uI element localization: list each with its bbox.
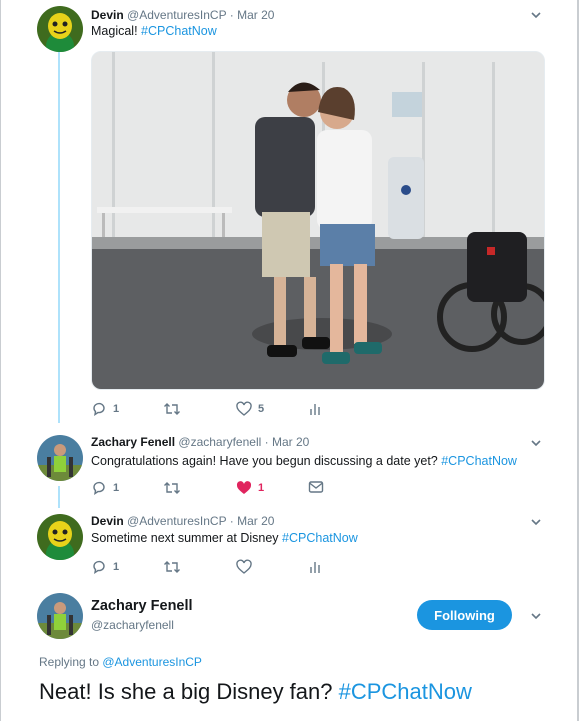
analytics-icon <box>310 562 320 573</box>
chevron-down-icon[interactable] <box>529 436 543 450</box>
tweet-header: Devin @AdventuresInCP · Mar 20 <box>91 514 274 528</box>
tweet[interactable]: Devin @AdventuresInCP · Mar 20 Magical! … <box>0 0 579 425</box>
replying-prefix: Replying to <box>39 655 103 669</box>
analytics-button[interactable] <box>308 401 322 417</box>
chevron-down-icon[interactable] <box>529 515 543 529</box>
like-icon <box>236 559 252 574</box>
retweet-button[interactable] <box>163 401 181 417</box>
tweet-date[interactable]: Mar 20 <box>237 8 274 22</box>
tweet[interactable]: Zachary Fenell @zacharyfenell · Mar 20 C… <box>0 425 579 510</box>
author-handle[interactable]: @zacharyfenell <box>91 618 174 632</box>
separator: · <box>229 8 234 22</box>
analytics-button[interactable] <box>308 559 322 575</box>
tweet-date[interactable]: Mar 20 <box>272 435 309 449</box>
hashtag-link[interactable]: #CPChatNow <box>141 24 217 38</box>
direct-message-button[interactable] <box>308 480 324 494</box>
tweet-body: Neat! Is she a big Disney fan? <box>39 679 339 704</box>
chevron-down-icon[interactable] <box>529 8 543 22</box>
following-button[interactable]: Following <box>417 600 512 630</box>
reply-icon <box>93 402 105 416</box>
like-icon <box>236 481 252 494</box>
retweet-button[interactable] <box>163 559 181 575</box>
like-count: 5 <box>258 403 265 415</box>
retweet-button[interactable] <box>163 480 181 496</box>
author-name[interactable]: Zachary Fenell <box>91 435 175 449</box>
like-button[interactable]: 1 <box>236 480 264 496</box>
avatar[interactable] <box>37 6 83 52</box>
retweet-icon <box>164 403 180 415</box>
reply-count: 1 <box>113 561 120 573</box>
retweet-icon <box>164 561 180 573</box>
hashtag-link[interactable]: #CPChatNow <box>282 531 358 545</box>
like-button[interactable] <box>236 559 252 575</box>
chevron-down-icon[interactable] <box>529 609 543 623</box>
analytics-icon <box>310 404 320 415</box>
reply-button[interactable]: 1 <box>91 480 119 496</box>
tweet-text: Congratulations again! Have you begun di… <box>91 454 517 468</box>
replying-to-link[interactable]: @AdventuresInCP <box>102 655 202 669</box>
tweet-text: Magical! #CPChatNow <box>91 24 217 38</box>
tweet-body: Magical! <box>91 24 142 38</box>
like-button[interactable]: 5 <box>236 401 264 417</box>
author-handle[interactable]: @zacharyfenell <box>178 435 261 449</box>
replying-to: Replying to @AdventuresInCP <box>39 655 202 669</box>
tweet-header: Devin @AdventuresInCP · Mar 20 <box>91 8 274 22</box>
tweet-date[interactable]: Mar 20 <box>237 514 274 528</box>
separator: · <box>264 435 269 449</box>
reply-count: 1 <box>113 403 120 415</box>
reply-count: 1 <box>113 482 120 494</box>
retweet-icon <box>164 482 180 494</box>
author-handle[interactable]: @AdventuresInCP <box>127 514 226 528</box>
avatar[interactable] <box>37 514 83 560</box>
author-name[interactable]: Devin <box>91 8 124 22</box>
author-name[interactable]: Zachary Fenell <box>91 598 193 614</box>
tweet-body: Sometime next summer at Disney <box>91 531 283 545</box>
reply-button[interactable]: 1 <box>91 559 119 575</box>
reply-icon <box>93 560 105 574</box>
author-name[interactable]: Devin <box>91 514 124 528</box>
like-count: 1 <box>258 482 265 494</box>
tweet-photo[interactable] <box>91 51 545 390</box>
author-handle[interactable]: @AdventuresInCP <box>127 8 226 22</box>
avatar[interactable] <box>37 593 83 639</box>
reply-icon <box>93 481 105 495</box>
tweet-body: Congratulations again! Have you begun di… <box>91 454 442 468</box>
tweet[interactable]: Devin @AdventuresInCP · Mar 20 Sometime … <box>0 510 579 590</box>
tweet-header: Zachary Fenell @zacharyfenell · Mar 20 <box>91 435 309 449</box>
hashtag-link[interactable]: #CPChatNow <box>339 679 472 704</box>
hashtag-link[interactable]: #CPChatNow <box>441 454 517 468</box>
like-icon <box>236 401 252 416</box>
main-tweet-text: Neat! Is she a big Disney fan? #CPChatNo… <box>39 679 472 705</box>
dm-icon <box>308 481 324 493</box>
reply-button[interactable]: 1 <box>91 401 119 417</box>
separator: · <box>229 514 234 528</box>
avatar[interactable] <box>37 435 83 481</box>
tweet-text: Sometime next summer at Disney #CPChatNo… <box>91 531 358 545</box>
